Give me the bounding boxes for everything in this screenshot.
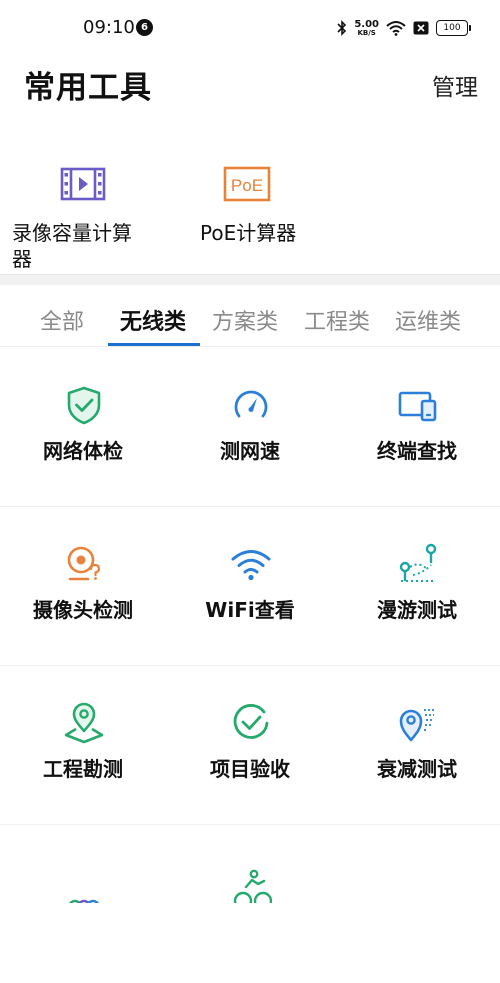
shield-check-icon (67, 386, 101, 425)
battery-indicator: 100 (436, 20, 471, 36)
camera-question-icon (67, 546, 101, 581)
tool-video-capacity-calculator[interactable]: 录像容量计算器 (0, 160, 150, 275)
tool-grid-row (0, 825, 500, 983)
tool-label: 录像容量计算器 (12, 221, 132, 271)
tool-speed-test[interactable]: 测网速 (167, 348, 333, 506)
tool-grid-row: 网络体检 测网速 终端查找 (0, 348, 500, 507)
tool-network-check[interactable]: 网络体检 (0, 348, 166, 506)
roaming-icon (399, 543, 437, 582)
net-speed: 5.00 KB/S (354, 18, 379, 37)
wifi-status-icon (386, 21, 406, 36)
tool-poe-calculator[interactable]: PoE PoE计算器 (190, 160, 320, 245)
tool-label: 漫游测试 (377, 598, 457, 622)
tool-label: WiFi查看 (205, 598, 295, 622)
tool-terminal-search[interactable]: 终端查找 (334, 348, 500, 506)
net-speed-unit: KB/S (357, 28, 376, 37)
bluetooth-icon (337, 20, 347, 36)
tool-label: PoE计算器 (200, 221, 297, 245)
net-speed-value: 5.00 (354, 18, 379, 30)
tool-label: 衰减测试 (377, 757, 457, 781)
tool-label: 工程勘测 (43, 757, 123, 781)
tool-label: 测网速 (220, 439, 280, 463)
map-pin-icon (64, 702, 104, 744)
status-bar: 09:10 6 5.00 KB/S 100 (0, 0, 500, 56)
signal-decay-icon (399, 709, 435, 742)
tool-project-acceptance[interactable]: 项目验收 (167, 666, 333, 824)
tab-solution[interactable]: 方案类 (212, 304, 278, 336)
status-icons: 5.00 KB/S 100 (337, 18, 471, 38)
tool-label: 项目验收 (210, 757, 290, 781)
manage-button[interactable]: 管理 (432, 68, 478, 102)
video-film-icon (60, 167, 106, 201)
check-circle-icon (233, 704, 269, 739)
tool-engineering-survey[interactable]: 工程勘测 (0, 666, 166, 824)
status-time: 09:10 (83, 17, 135, 38)
tab-maintenance[interactable]: 运维类 (395, 304, 461, 336)
tool-grid-row: 摄像头检测 WiFi查看 漫游测试 (0, 507, 500, 666)
tool-label: 摄像头检测 (33, 598, 133, 622)
speedometer-icon (234, 390, 268, 418)
page-title: 常用工具 (24, 70, 152, 106)
tool-roaming-test[interactable]: 漫游测试 (334, 507, 500, 665)
tab-wireless[interactable]: 无线类 (120, 304, 186, 336)
notification-badge: 6 (136, 19, 153, 36)
device-search-icon (398, 391, 437, 422)
tool-attenuation-test[interactable]: 衰减测试 (334, 666, 500, 824)
tool-camera-detect[interactable]: 摄像头检测 (0, 507, 166, 665)
category-tabs: 全部 无线类 方案类 工程类 运维类 (0, 284, 500, 347)
wifi-icon (231, 550, 271, 581)
tool-label: 网络体检 (43, 439, 123, 463)
rings-icon (68, 899, 100, 903)
tool-wifi-view[interactable]: WiFi查看 (167, 507, 333, 665)
tab-engineering[interactable]: 工程类 (304, 304, 370, 336)
cyclist-icon (233, 869, 272, 903)
tool-item-partial[interactable] (167, 825, 333, 983)
tab-active-indicator (108, 343, 200, 346)
tool-grid-row: 工程勘测 项目验收 衰减测试 (0, 666, 500, 825)
tool-label: 终端查找 (377, 439, 457, 463)
tab-all[interactable]: 全部 (40, 304, 84, 336)
sim-x-icon (413, 21, 429, 35)
poe-icon: PoE (223, 166, 271, 202)
poe-icon-text: PoE (231, 176, 263, 195)
tool-item-partial[interactable] (0, 825, 166, 983)
